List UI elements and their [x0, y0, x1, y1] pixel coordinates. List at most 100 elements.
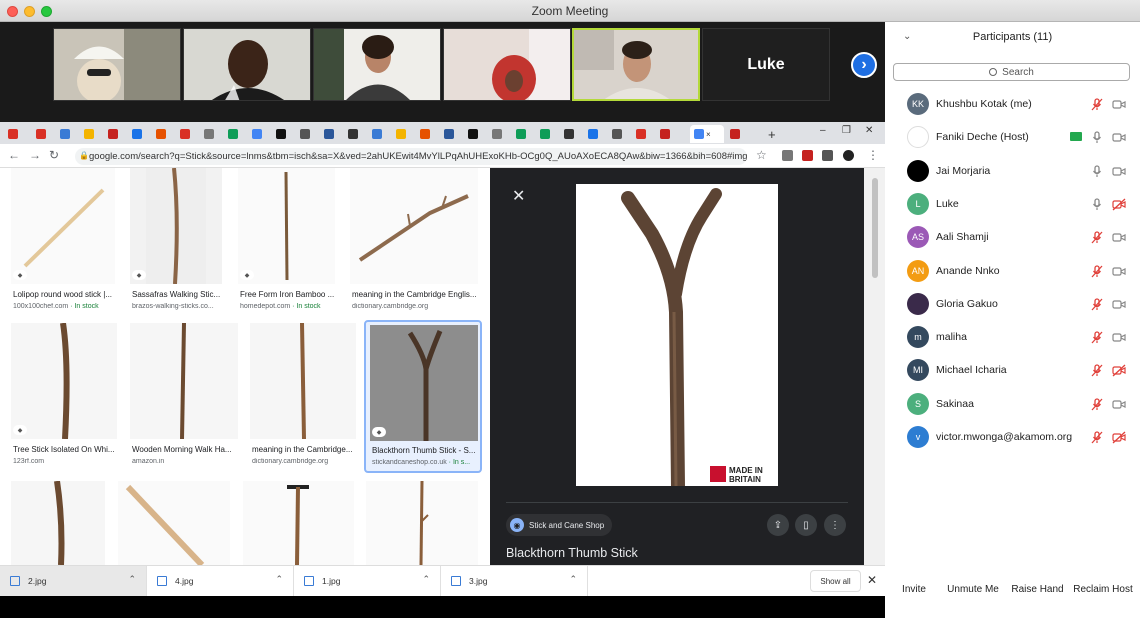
download-item[interactable]: 4.jpg ⌃	[147, 566, 294, 596]
browser-tab[interactable]	[492, 125, 514, 143]
close-icon[interactable]: ×	[706, 130, 711, 139]
more-menu-icon[interactable]: ⋮	[867, 148, 879, 162]
scrollbar-thumb[interactable]	[872, 178, 878, 278]
browser-tab[interactable]	[420, 125, 442, 143]
reload-icon[interactable]: ↻	[49, 148, 59, 162]
save-button[interactable]: ▯	[795, 514, 817, 536]
image-result[interactable]	[243, 481, 354, 565]
participant-row[interactable]: Jai Morjaria	[885, 155, 1140, 187]
download-item[interactable]: 3.jpg ⌃	[441, 566, 588, 596]
participant-row[interactable]: AN Anande Nnko	[885, 255, 1140, 287]
download-item[interactable]: 1.jpg ⌃	[294, 566, 441, 596]
video-tile[interactable]	[53, 28, 181, 101]
chevron-up-icon[interactable]: ⌃	[128, 574, 136, 585]
restore-icon[interactable]: ❐	[842, 125, 851, 136]
image-result[interactable]	[11, 481, 105, 565]
browser-tab[interactable]	[36, 125, 58, 143]
camera-icon[interactable]	[1112, 131, 1126, 144]
mic-muted-icon[interactable]	[1091, 231, 1103, 244]
more-options-button[interactable]: ⋮	[824, 514, 846, 536]
minimize-icon[interactable]: –	[820, 125, 826, 136]
browser-tab[interactable]	[156, 125, 178, 143]
image-result[interactable]: ◆ Free Form Iron Bamboo ... homedepot.co…	[238, 168, 335, 316]
participant-row[interactable]: MI Michael Icharia	[885, 354, 1140, 386]
participant-row[interactable]: Gloria Gakuo	[885, 288, 1140, 320]
browser-tab[interactable]	[84, 125, 106, 143]
browser-tab[interactable]	[132, 125, 154, 143]
star-icon[interactable]: ☆	[756, 148, 767, 162]
address-bar[interactable]: 🔒 google.com/search?q=Stick&source=lnms&…	[75, 148, 747, 165]
participant-row[interactable]: L Luke	[885, 188, 1140, 220]
image-result[interactable]	[366, 481, 478, 565]
image-result[interactable]: meaning in the Cambridge... dictionary.c…	[250, 323, 356, 471]
browser-tab[interactable]	[228, 125, 250, 143]
share-button[interactable]: ⇪	[767, 514, 789, 536]
browser-tab[interactable]	[108, 125, 130, 143]
video-tile[interactable]: Luke	[702, 28, 830, 101]
image-result[interactable]: ◆ Sassafras Walking Stic... brazos-walki…	[130, 168, 222, 316]
mic-muted-icon[interactable]	[1091, 331, 1103, 344]
show-all-downloads-button[interactable]: Show all	[810, 570, 861, 592]
results-scrollbar[interactable]	[864, 168, 885, 565]
browser-tab[interactable]	[540, 125, 562, 143]
mic-muted-icon[interactable]	[1091, 431, 1103, 444]
camera-icon[interactable]	[1112, 231, 1126, 244]
chevron-up-icon[interactable]: ⌃	[275, 574, 283, 585]
video-tile[interactable]	[313, 28, 441, 101]
browser-tab[interactable]	[348, 125, 370, 143]
close-icon[interactable]: ✕	[512, 186, 525, 206]
camera-icon[interactable]	[1112, 98, 1126, 111]
participant-row[interactable]: KK Khushbu Kotak (me)	[885, 88, 1140, 120]
browser-tab[interactable]	[372, 125, 394, 143]
camera-icon[interactable]	[1112, 398, 1126, 411]
image-result[interactable]: ◆ Tree Stick Isolated On Whi... 123rf.co…	[11, 323, 117, 471]
preview-image[interactable]: MADE IN BRITAIN	[576, 184, 778, 493]
mic-icon[interactable]	[1091, 131, 1103, 144]
mic-muted-icon[interactable]	[1091, 398, 1103, 411]
camera-icon[interactable]	[1112, 165, 1126, 178]
image-result-selected[interactable]: ◆ Blackthorn Thumb Stick - S... stickand…	[364, 320, 482, 473]
video-tile-active-speaker[interactable]	[572, 28, 700, 101]
participant-row[interactable]: Faniki Deche (Host)	[885, 121, 1140, 153]
raise-hand-button[interactable]: Raise Hand	[1006, 579, 1069, 599]
camera-off-icon[interactable]	[1112, 431, 1126, 444]
chevron-up-icon[interactable]: ⌃	[422, 574, 430, 585]
download-item[interactable]: 2.jpg ⌃	[0, 566, 147, 596]
browser-tab[interactable]	[60, 125, 82, 143]
extension-icon[interactable]	[782, 150, 793, 161]
browser-tab[interactable]	[660, 125, 682, 143]
mic-icon[interactable]	[1091, 198, 1103, 211]
browser-tab[interactable]	[564, 125, 586, 143]
browser-tab[interactable]	[8, 125, 30, 143]
image-result[interactable]: meaning in the Cambridge Englis... dicti…	[350, 168, 478, 316]
preview-title[interactable]: Blackthorn Thumb Stick	[506, 546, 638, 560]
browser-tab[interactable]	[730, 125, 752, 143]
pdf-extension-icon[interactable]	[802, 150, 813, 161]
mic-muted-icon[interactable]	[1091, 98, 1103, 111]
invite-button[interactable]: Invite	[885, 579, 943, 599]
participant-row[interactable]: AS Aali Shamji	[885, 221, 1140, 253]
browser-tab[interactable]	[300, 125, 322, 143]
camera-icon[interactable]	[1112, 331, 1126, 344]
video-tile[interactable]	[443, 28, 571, 101]
browser-tab[interactable]	[444, 125, 466, 143]
camera-off-icon[interactable]	[1112, 364, 1126, 377]
profile-icon[interactable]	[843, 150, 854, 161]
back-icon[interactable]: ←	[8, 148, 20, 162]
close-icon[interactable]: ✕	[867, 573, 877, 587]
puzzle-icon[interactable]	[822, 150, 833, 161]
browser-tab[interactable]	[180, 125, 202, 143]
browser-tab[interactable]	[252, 125, 274, 143]
mic-muted-icon[interactable]	[1091, 298, 1103, 311]
mic-muted-icon[interactable]	[1091, 364, 1103, 377]
chevron-up-icon[interactable]: ⌃	[569, 574, 577, 585]
new-tab-button[interactable]: +	[768, 125, 790, 143]
unmute-me-button[interactable]: Unmute Me	[943, 579, 1003, 599]
image-result[interactable]: ◆ Lolipop round wood stick |... 100x100c…	[11, 168, 115, 316]
mic-icon[interactable]	[1091, 164, 1103, 178]
participant-row[interactable]: m maliha	[885, 321, 1140, 353]
browser-tab[interactable]	[516, 125, 538, 143]
camera-icon[interactable]	[1112, 298, 1126, 311]
video-tile[interactable]	[183, 28, 311, 101]
source-site-chip[interactable]: ◉ Stick and Cane Shop	[506, 514, 613, 536]
